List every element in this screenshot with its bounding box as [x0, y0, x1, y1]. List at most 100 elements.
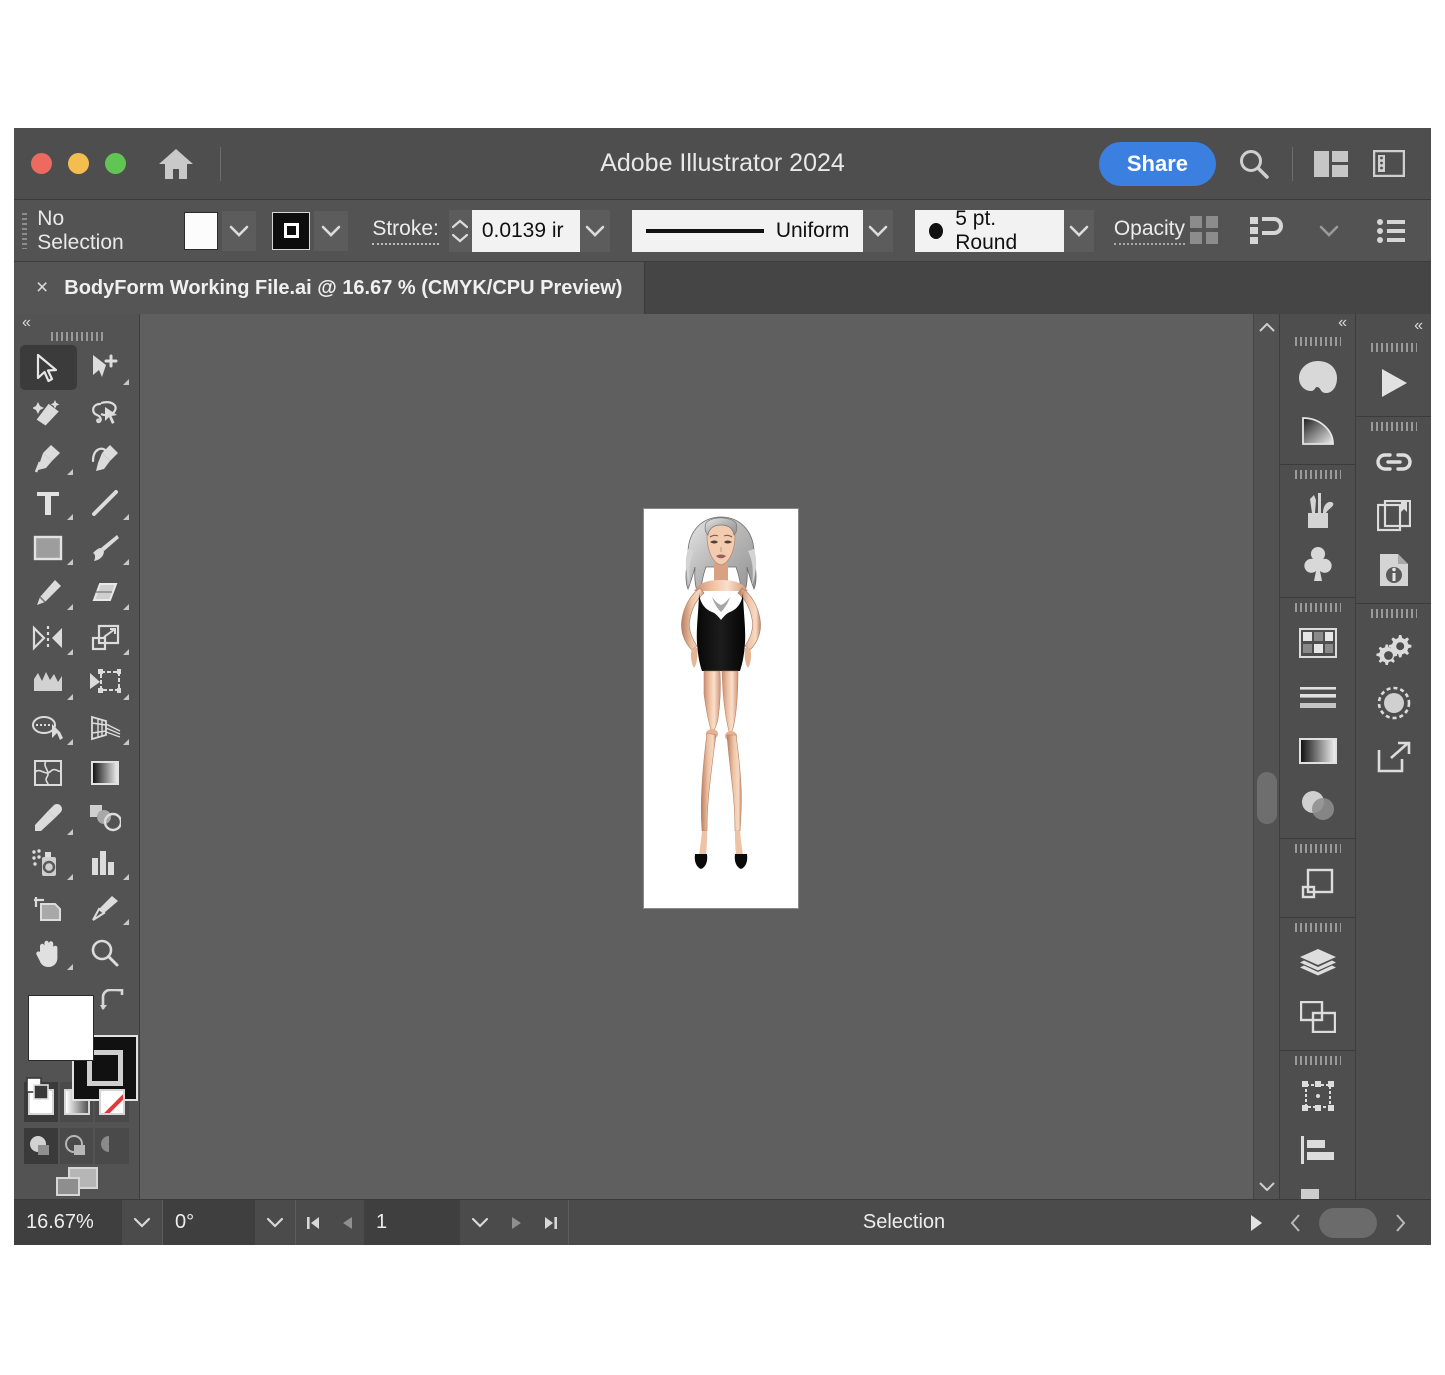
brushes-panel-icon[interactable] [1280, 483, 1355, 537]
asset-export-panel-icon[interactable] [1356, 730, 1431, 784]
hand-tool[interactable] [20, 930, 77, 975]
stroke-weight-chevron-down-icon[interactable] [580, 210, 610, 252]
eraser-tool[interactable] [77, 570, 134, 615]
draw-inside-button[interactable] [95, 1128, 129, 1164]
transparency-panel-icon[interactable] [1280, 778, 1355, 832]
control-bar-grip[interactable] [22, 213, 27, 249]
stroke-weight-label[interactable]: Stroke: [372, 217, 439, 245]
color-panel-icon[interactable] [1280, 350, 1355, 404]
symbols-panel-icon[interactable] [1280, 537, 1355, 591]
pathfinder-panel-icon[interactable] [1280, 857, 1355, 911]
panel-group-grip[interactable] [1280, 1051, 1355, 1069]
horizontal-scrollbar-thumb[interactable] [1319, 1208, 1377, 1238]
previous-artboard-icon[interactable] [330, 1200, 364, 1245]
default-fill-stroke-icon[interactable] [26, 1077, 52, 1103]
column-graph-tool[interactable] [77, 840, 134, 885]
curvature-tool[interactable] [77, 435, 134, 480]
draw-behind-button[interactable] [60, 1128, 94, 1164]
document-info-panel-icon[interactable] [1356, 543, 1431, 597]
stroke-panel-icon[interactable] [1280, 670, 1355, 724]
scroll-down-button[interactable] [1259, 1173, 1275, 1199]
libraries-panel-icon[interactable] [1356, 489, 1431, 543]
rotation-input[interactable]: 0° [163, 1200, 255, 1245]
change-screen-mode-button[interactable] [14, 1164, 139, 1199]
eyedropper-tool[interactable] [20, 795, 77, 840]
fill-dropdown-chevron-down-icon[interactable] [222, 211, 256, 251]
swap-fill-stroke-icon[interactable] [99, 989, 125, 1011]
workspace-switcher-icon[interactable] [1369, 144, 1409, 184]
free-transform-tool[interactable] [77, 660, 134, 705]
stroke-profile-chevron-down-icon[interactable] [863, 210, 893, 252]
align-icon[interactable] [1185, 211, 1225, 251]
gradient-tool[interactable] [77, 750, 134, 795]
rotate-tool[interactable] [20, 615, 77, 660]
shape-builder-tool[interactable] [20, 705, 77, 750]
brush-definition-chevron-down-icon[interactable] [1064, 210, 1094, 252]
swatches-panel-icon[interactable] [1280, 616, 1355, 670]
perspective-grid-tool[interactable] [77, 705, 134, 750]
more-options-icon[interactable] [1371, 211, 1411, 251]
actions-panel-icon[interactable] [1356, 622, 1431, 676]
artboard-number-input[interactable]: 1 [364, 1200, 460, 1245]
toolbar-fill-swatch[interactable] [28, 995, 94, 1061]
scroll-left-icon[interactable] [1279, 1214, 1313, 1232]
first-artboard-icon[interactable] [296, 1200, 330, 1245]
layers-panel-icon[interactable] [1280, 936, 1355, 990]
zoom-chevron-down-icon[interactable] [122, 1200, 162, 1245]
stroke-color-swatch[interactable] [272, 212, 310, 250]
fill-color-swatch[interactable] [184, 212, 218, 250]
scrollbar-track[interactable] [1254, 340, 1279, 1173]
slice-tool[interactable] [77, 885, 134, 930]
symbol-sprayer-tool[interactable] [20, 840, 77, 885]
pencil-tool[interactable] [20, 570, 77, 615]
stroke-weight-stepper[interactable] [449, 210, 472, 252]
panel-group-grip[interactable] [1356, 338, 1431, 356]
document-tab[interactable]: × BodyForm Working File.ai @ 16.67 % (CM… [14, 262, 645, 314]
artboard-tool[interactable] [20, 885, 77, 930]
close-tab-icon[interactable]: × [36, 276, 48, 300]
panel-collapse-button-secondary[interactable]: « [1356, 314, 1431, 338]
transform-panel-icon[interactable] [1280, 1069, 1355, 1123]
scroll-right-icon[interactable] [1383, 1214, 1417, 1232]
stroke-weight-input[interactable]: 0.0139 ir [472, 210, 580, 252]
image-trace-panel-icon[interactable] [1356, 676, 1431, 730]
stroke-profile-select[interactable]: Uniform [632, 210, 864, 252]
stroke-dropdown-chevron-down-icon[interactable] [314, 211, 348, 251]
color-guide-panel-icon[interactable] [1280, 404, 1355, 458]
arrange-documents-icon[interactable] [1311, 144, 1351, 184]
artboard[interactable] [644, 509, 798, 908]
distribute-chevron-down-icon[interactable] [1309, 211, 1349, 251]
links-panel-icon[interactable] [1356, 435, 1431, 489]
close-window-button[interactable] [31, 153, 52, 174]
magic-wand-tool[interactable] [20, 390, 77, 435]
width-tool[interactable] [20, 660, 77, 705]
pen-tool[interactable] [20, 435, 77, 480]
search-icon[interactable] [1234, 144, 1274, 184]
rectangle-tool[interactable] [20, 525, 77, 570]
mesh-tool[interactable] [20, 750, 77, 795]
panel-group-grip[interactable] [1280, 839, 1355, 857]
home-icon[interactable] [154, 142, 198, 186]
distribute-icon[interactable] [1247, 211, 1287, 251]
panel-group-grip[interactable] [1356, 417, 1431, 435]
scale-tool[interactable] [77, 615, 134, 660]
actions-play-panel-icon[interactable] [1356, 356, 1431, 410]
maximize-window-button[interactable] [105, 153, 126, 174]
panel-group-grip[interactable] [1280, 465, 1355, 483]
minimize-window-button[interactable] [68, 153, 89, 174]
share-button[interactable]: Share [1099, 142, 1216, 186]
paintbrush-tool[interactable] [77, 525, 134, 570]
scroll-up-button[interactable] [1259, 314, 1275, 340]
direct-selection-tool[interactable] [77, 345, 134, 390]
zoom-tool[interactable] [77, 930, 134, 975]
panel-group-grip[interactable] [1280, 332, 1355, 350]
zoom-level-input[interactable]: 16.67% [14, 1200, 122, 1245]
last-artboard-icon[interactable] [534, 1200, 568, 1245]
tools-panel-grip[interactable] [14, 332, 139, 341]
rotation-chevron-down-icon[interactable] [255, 1200, 295, 1245]
panel-collapse-button-primary[interactable]: « [1280, 314, 1355, 332]
scrollbar-thumb[interactable] [1257, 772, 1277, 824]
panel-group-grip[interactable] [1280, 598, 1355, 616]
line-segment-tool[interactable] [77, 480, 134, 525]
artboards-panel-icon[interactable] [1280, 990, 1355, 1044]
